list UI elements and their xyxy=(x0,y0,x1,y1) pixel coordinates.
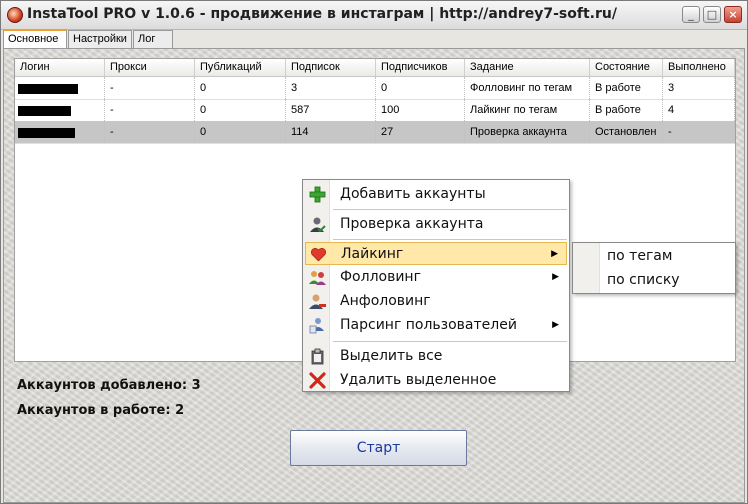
cell-done: 3 xyxy=(663,77,735,99)
redacted-login xyxy=(18,128,75,138)
menu-item-following[interactable]: Фолловинг ▶ xyxy=(305,266,567,289)
tab-main[interactable]: Основное xyxy=(3,29,67,49)
cell-followers: 27 xyxy=(376,121,465,143)
heart-icon xyxy=(311,248,326,262)
cell-proxy: - xyxy=(105,121,195,143)
plus-icon xyxy=(309,186,326,203)
cell-task: Лайкинг по тегам xyxy=(465,99,590,121)
menu-item-label: Выделить все xyxy=(340,348,443,364)
table-row-selected[interactable]: - 0 114 27 Проверка аккаунта Остановлен … xyxy=(15,121,735,144)
column-header-task[interactable]: Задание xyxy=(465,59,590,76)
accounts-working-label: Аккаунтов в работе: 2 xyxy=(17,403,185,418)
title-bar[interactable]: InstaTool PRO v 1.0.6 - продвижение в ин… xyxy=(1,1,747,30)
delete-x-icon xyxy=(309,372,326,389)
liking-submenu: по тегам по списку xyxy=(572,242,736,294)
window-title: InstaTool PRO v 1.0.6 - продвижение в ин… xyxy=(27,6,617,22)
maximize-button[interactable]: □ xyxy=(703,6,721,23)
submenu-item-by-tags[interactable]: по тегам xyxy=(607,245,672,268)
users-icon xyxy=(309,271,326,285)
cell-state: В работе xyxy=(590,99,663,121)
menu-item-label: Фолловинг xyxy=(340,269,421,285)
column-header-followers[interactable]: Подписчиков xyxy=(376,59,465,76)
cell-state: В работе xyxy=(590,77,663,99)
menu-item-label: Проверка аккаунта xyxy=(340,216,484,232)
column-header-posts[interactable]: Публикаций xyxy=(195,59,286,76)
menu-separator xyxy=(333,239,567,240)
menu-separator xyxy=(333,209,567,210)
redacted-login xyxy=(18,84,78,94)
cell-followers: 100 xyxy=(376,99,465,121)
cell-task: Фолловинг по тегам xyxy=(465,77,590,99)
app-icon xyxy=(7,7,23,23)
cell-followers: 0 xyxy=(376,77,465,99)
column-header-following[interactable]: Подписок xyxy=(286,59,376,76)
cell-posts: 0 xyxy=(195,121,286,143)
menu-item-unfollowing[interactable]: Анфоловинг xyxy=(305,290,567,313)
cell-posts: 0 xyxy=(195,99,286,121)
cell-posts: 0 xyxy=(195,77,286,99)
cell-done: - xyxy=(663,121,735,143)
table-header: Логин Прокси Публикаций Подписок Подписч… xyxy=(15,59,735,77)
cell-following: 587 xyxy=(286,99,376,121)
start-button[interactable]: Старт xyxy=(290,430,467,466)
cell-done: 4 xyxy=(663,99,735,121)
submenu-item-by-list[interactable]: по списку xyxy=(607,269,680,292)
column-header-proxy[interactable]: Прокси xyxy=(105,59,195,76)
menu-item-add-accounts[interactable]: Добавить аккаунты xyxy=(305,183,567,206)
table-row[interactable]: - 0 3 0 Фолловинг по тегам В работе 3 xyxy=(15,77,735,100)
redacted-login xyxy=(18,106,71,116)
cell-following: 114 xyxy=(286,121,376,143)
minimize-button[interactable]: _ xyxy=(682,6,700,23)
user-parse-icon xyxy=(309,318,324,334)
menu-item-label: Удалить выделенное xyxy=(340,372,497,388)
cell-login xyxy=(15,77,105,99)
tab-settings[interactable]: Настройки xyxy=(68,30,132,48)
cell-login xyxy=(15,121,105,143)
user-remove-icon xyxy=(309,294,326,309)
clipboard-icon xyxy=(311,348,324,365)
table-row[interactable]: - 0 587 100 Лайкинг по тегам В работе 4 xyxy=(15,99,735,122)
cell-task: Проверка аккаунта xyxy=(465,121,590,143)
menu-item-label: Добавить аккаунты xyxy=(340,186,486,202)
cell-state: Остановлен xyxy=(590,121,663,143)
menu-item-user-parsing[interactable]: Парсинг пользователей ▶ xyxy=(305,314,567,337)
submenu-arrow-icon: ▶ xyxy=(552,320,559,330)
column-header-done[interactable]: Выполнено xyxy=(663,59,735,76)
menu-item-delete-selected[interactable]: Удалить выделенное xyxy=(305,369,567,392)
tab-log[interactable]: Лог xyxy=(133,30,173,48)
menu-item-label: Лайкинг xyxy=(341,246,404,262)
cell-following: 3 xyxy=(286,77,376,99)
column-header-state[interactable]: Состояние xyxy=(590,59,663,76)
menu-item-label: Анфоловинг xyxy=(340,293,431,309)
cell-login xyxy=(15,99,105,121)
menu-item-label: Парсинг пользователей xyxy=(340,317,517,333)
menu-item-check-account[interactable]: Проверка аккаунта xyxy=(305,213,567,236)
column-header-login[interactable]: Логин xyxy=(15,59,105,76)
submenu-arrow-icon: ▶ xyxy=(551,249,558,259)
menu-separator xyxy=(333,341,567,342)
menu-item-select-all[interactable]: Выделить все xyxy=(305,345,567,368)
accounts-added-label: Аккаунтов добавлено: 3 xyxy=(17,378,201,393)
menu-item-liking[interactable]: Лайкинг ▶ xyxy=(305,242,567,265)
context-menu: Добавить аккаунты Проверка аккаунта Лайк… xyxy=(302,179,570,392)
cell-proxy: - xyxy=(105,77,195,99)
submenu-arrow-icon: ▶ xyxy=(552,272,559,282)
close-button[interactable]: × xyxy=(724,6,742,23)
user-check-icon xyxy=(310,217,326,233)
cell-proxy: - xyxy=(105,99,195,121)
submenu-icon-gutter xyxy=(573,243,600,293)
